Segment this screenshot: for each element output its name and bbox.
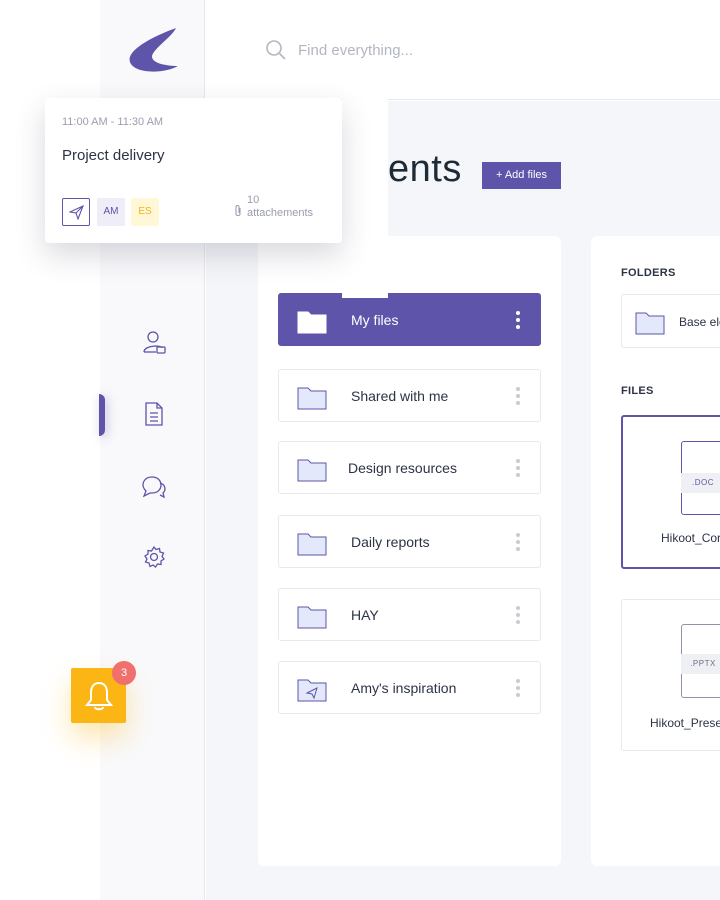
folder-label: Daily reports xyxy=(351,534,430,550)
page-title: ents xyxy=(388,148,462,190)
folder-label: Design resources xyxy=(348,460,457,476)
folder-card-label: Base ele xyxy=(679,315,720,329)
file-card-pptx[interactable]: .PPTX Hikoot_Prese xyxy=(621,599,720,751)
folder-icon xyxy=(297,606,327,629)
gear-icon[interactable] xyxy=(140,543,168,571)
more-options-icon[interactable] xyxy=(512,531,524,555)
folder-row-amys-inspiration[interactable]: Amy's inspiration xyxy=(278,661,541,714)
folder-row-hay[interactable]: HAY xyxy=(278,588,541,641)
event-time: 11:00 AM - 11:30 AM xyxy=(62,116,164,128)
active-indicator xyxy=(99,394,105,436)
search-input[interactable] xyxy=(298,36,578,64)
folders-heading: FOLDERS xyxy=(621,267,676,279)
file-card-doc[interactable]: .DOC Hikoot_Cor xyxy=(621,415,720,569)
more-options-icon[interactable] xyxy=(512,677,524,701)
send-icon[interactable] xyxy=(62,198,90,226)
file-name: Hikoot_Prese xyxy=(650,716,720,730)
assignee-chip-es[interactable]: ES xyxy=(131,198,159,226)
folder-label: My files xyxy=(351,312,399,328)
attachments-count: 10 xyxy=(247,194,260,206)
folder-label: Shared with me xyxy=(351,388,449,404)
folder-icon xyxy=(297,459,327,482)
folder-icon xyxy=(635,312,665,335)
more-options-icon[interactable] xyxy=(512,309,524,333)
attachments-info: 10 attachements xyxy=(247,194,313,220)
notification-count-badge: 3 xyxy=(112,661,136,685)
add-files-button[interactable]: + Add files xyxy=(482,162,561,189)
folder-icon xyxy=(297,311,327,334)
logo[interactable] xyxy=(124,22,182,78)
folder-row-daily-reports[interactable]: Daily reports xyxy=(278,515,541,568)
folder-row-shared-with-me[interactable]: Shared with me xyxy=(278,369,541,422)
bell-icon xyxy=(84,681,114,711)
event-title: Project delivery xyxy=(62,147,165,164)
document-icon[interactable] xyxy=(140,400,168,428)
file-extension: .PPTX xyxy=(681,654,720,674)
folder-row-design-resources[interactable]: Design resources xyxy=(278,441,541,494)
folder-label: Amy's inspiration xyxy=(351,680,457,696)
send-folder-icon xyxy=(297,679,327,702)
files-heading: FILES xyxy=(621,385,654,397)
card-shadow-extension xyxy=(342,98,388,298)
search-icon xyxy=(264,38,288,62)
folder-icon xyxy=(297,387,327,410)
event-card[interactable]: 11:00 AM - 11:30 AM Project delivery AM … xyxy=(45,98,342,243)
more-options-icon[interactable] xyxy=(512,457,524,481)
folder-row-my-files[interactable]: My files xyxy=(278,293,541,346)
more-options-icon[interactable] xyxy=(512,385,524,409)
user-badge-icon[interactable] xyxy=(140,328,168,356)
folder-icon xyxy=(297,533,327,556)
chat-icon[interactable] xyxy=(140,473,168,501)
more-options-icon[interactable] xyxy=(512,604,524,628)
file-name: Hikoot_Cor xyxy=(661,531,720,545)
assignee-chip-am[interactable]: AM xyxy=(97,198,125,226)
file-extension: .DOC xyxy=(681,473,720,493)
folder-label: HAY xyxy=(351,607,379,623)
attachments-label: attachements xyxy=(247,207,314,219)
paperclip-icon xyxy=(235,204,241,217)
folder-card[interactable]: Base ele xyxy=(621,294,720,348)
